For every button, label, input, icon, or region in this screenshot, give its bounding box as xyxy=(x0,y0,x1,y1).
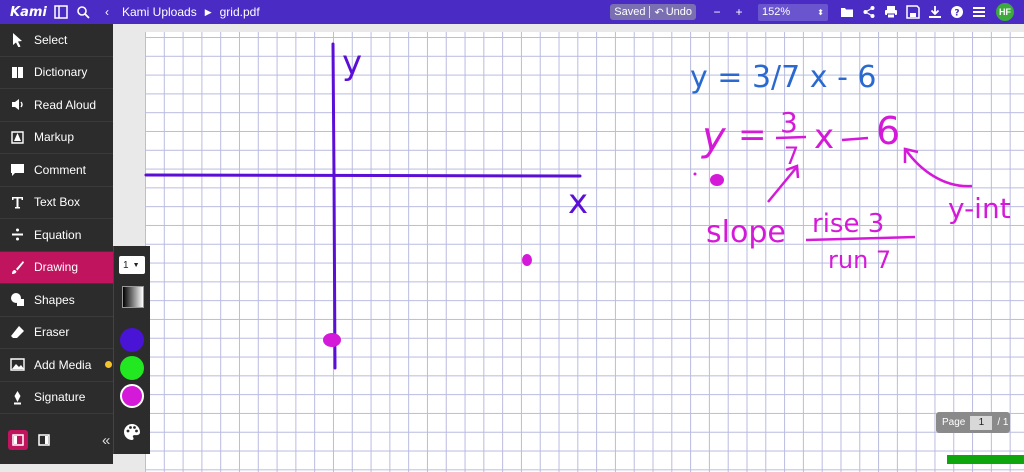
sidebar-item-text-box[interactable]: Text Box xyxy=(0,187,113,219)
menu-icon[interactable] xyxy=(968,0,990,24)
tool-sidebar: Select Dictionary Read Aloud Markup Comment T… xyxy=(0,24,113,464)
print-icon[interactable] xyxy=(880,0,902,24)
svg-text:?: ? xyxy=(954,9,959,19)
book-icon xyxy=(8,63,26,81)
breadcrumb-folder[interactable]: Kami Uploads xyxy=(122,5,197,19)
sidebar-item-read-aloud[interactable]: Read Aloud xyxy=(0,89,113,122)
save-icon[interactable] xyxy=(902,0,924,24)
saved-label: Saved xyxy=(614,6,646,18)
breadcrumb: ‹ Kami Uploads ▶ grid.pdf xyxy=(100,0,268,24)
page-number-input[interactable]: 1 xyxy=(970,415,993,430)
document-viewport[interactable] xyxy=(113,24,1024,472)
sidebar-item-label: Read Aloud xyxy=(34,97,97,112)
chevron-updown-icon: ⬍ xyxy=(817,7,824,17)
grid-page[interactable] xyxy=(145,32,1024,472)
sidebar-item-select[interactable]: Select xyxy=(0,24,113,57)
undo-icon[interactable]: ↶ xyxy=(654,6,663,19)
sidebar-item-dictionary[interactable]: Dictionary xyxy=(0,57,113,89)
palette-icon[interactable] xyxy=(122,422,142,442)
help-icon[interactable]: ? xyxy=(946,0,968,24)
sidebar-item-add-media[interactable]: Add Media xyxy=(0,349,113,382)
download-icon[interactable] xyxy=(924,0,946,24)
cursor-icon xyxy=(8,31,26,49)
sidebar-item-label: Select xyxy=(34,32,68,47)
share-icon[interactable] xyxy=(858,0,880,24)
stroke-size-value: 1 xyxy=(123,259,129,271)
sidebar-item-label: Equation xyxy=(34,227,82,242)
sidebar-item-shapes[interactable]: Shapes xyxy=(0,284,113,317)
sidebar-item-equation[interactable]: Equation xyxy=(0,219,113,252)
zoom-select[interactable]: 152% ⬍ xyxy=(758,3,828,21)
folder-open-icon[interactable] xyxy=(836,0,858,24)
page-indicator: Page 1 / 1 xyxy=(936,412,1010,433)
speaker-icon xyxy=(8,96,26,114)
notification-dot xyxy=(105,361,113,369)
sidebar-item-comment[interactable]: Comment xyxy=(0,154,113,187)
sidebar-item-signature[interactable]: Signature xyxy=(0,382,113,414)
save-status: Saved ↶ Undo xyxy=(610,4,696,20)
sidebar-item-label: Text Box xyxy=(34,195,81,210)
page-label: Page xyxy=(942,417,966,428)
comment-icon xyxy=(8,161,26,179)
breadcrumb-separator-icon: ▶ xyxy=(204,6,212,17)
stroke-size-select[interactable]: 1 ▼ xyxy=(119,256,145,274)
sidebar-item-drawing[interactable]: Drawing xyxy=(0,251,113,284)
eraser-icon xyxy=(8,323,26,341)
color-swatch-green[interactable] xyxy=(120,356,144,380)
text-icon xyxy=(8,193,26,211)
brush-icon xyxy=(8,258,26,276)
opacity-gradient[interactable] xyxy=(122,286,144,308)
sidebar-item-markup[interactable]: Markup xyxy=(0,122,113,154)
sidebar-item-label: Drawing xyxy=(34,260,79,275)
chat-launcher-bar[interactable] xyxy=(947,455,1024,464)
markup-icon xyxy=(8,128,26,146)
sidebar-item-label: Comment xyxy=(34,162,87,177)
back-chevron-icon[interactable]: ‹ xyxy=(100,0,114,24)
collapse-sidebar-button[interactable]: « xyxy=(102,432,110,449)
single-page-view-icon[interactable] xyxy=(8,430,28,450)
breadcrumb-file: grid.pdf xyxy=(219,5,260,19)
zoom-value: 152% xyxy=(762,6,791,18)
sidebar-item-label: Add Media xyxy=(34,357,92,372)
pen-icon xyxy=(8,388,26,406)
color-swatch-magenta[interactable] xyxy=(120,384,144,408)
sidebar-item-label: Markup xyxy=(34,130,75,145)
page-total: / 1 xyxy=(997,417,1009,428)
sidebar-toggle-icon[interactable] xyxy=(50,0,72,24)
sidebar-footer: « xyxy=(0,416,113,464)
zoom-in-button[interactable]: + xyxy=(728,0,750,24)
top-toolbar: Kami ‹ Kami Uploads ▶ grid.pdf Saved ↶ U… xyxy=(0,0,1024,24)
typed-equation[interactable]: y = 3/7 x - 6 xyxy=(690,60,877,95)
user-avatar[interactable]: HF xyxy=(996,3,1014,21)
sidebar-item-label: Eraser xyxy=(34,325,70,340)
kami-logo: Kami xyxy=(10,4,47,20)
sidebar-item-eraser[interactable]: Eraser xyxy=(0,317,113,349)
shapes-icon xyxy=(8,291,26,309)
undo-button[interactable]: Undo xyxy=(666,6,692,18)
search-icon[interactable] xyxy=(72,0,94,24)
zoom-out-button[interactable]: − xyxy=(706,0,728,24)
divide-icon xyxy=(8,226,26,244)
drawing-tool-panel: 1 ▼ xyxy=(113,246,150,454)
caret-down-icon: ▼ xyxy=(132,261,140,269)
sidebar-item-label: Shapes xyxy=(34,292,75,307)
two-page-view-icon[interactable] xyxy=(34,430,54,450)
media-icon xyxy=(8,356,26,374)
color-swatch-purple[interactable] xyxy=(120,328,144,352)
sidebar-item-label: Signature xyxy=(34,390,86,405)
sidebar-item-label: Dictionary xyxy=(34,65,88,80)
